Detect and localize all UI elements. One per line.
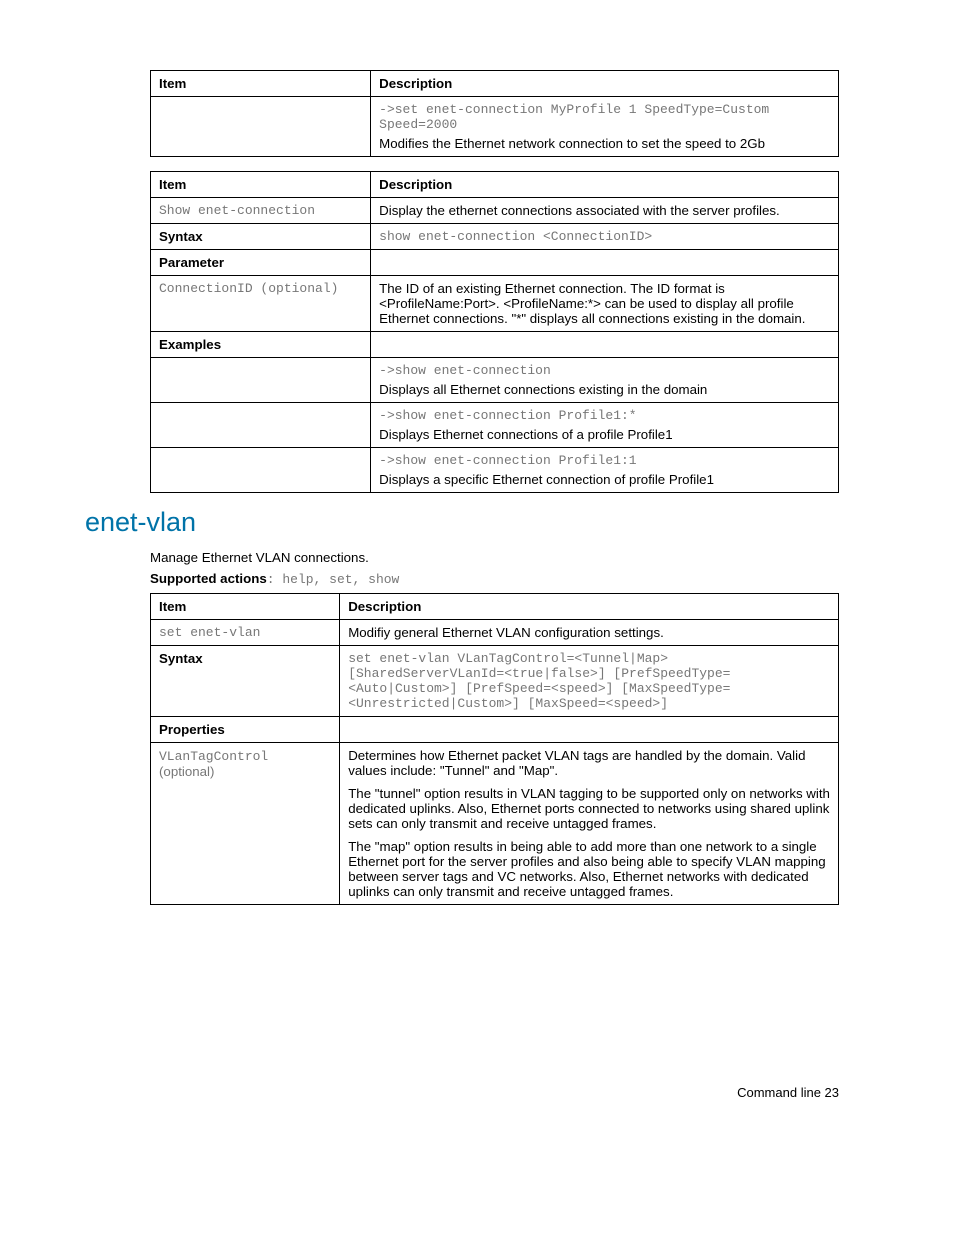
cell-vlantagcontrol: VLanTagControl (optional) [151, 743, 340, 905]
cell-show-desc: Display the ethernet connections associa… [371, 198, 839, 224]
table-set-enet-vlan: Item Description set enet-vlan Modifiy g… [150, 593, 839, 905]
cell-properties-label: Properties [151, 717, 340, 743]
cell-example2: ->show enet-connection Profile1:* Displa… [371, 403, 839, 448]
cell-syntax-value: show enet-connection <ConnectionID> [371, 224, 839, 250]
cell-syntax-label: Syntax [151, 224, 371, 250]
cell-parameter-label: Parameter [151, 250, 371, 276]
cell-set-vlan-desc: Modifiy general Ethernet VLAN configurat… [340, 620, 839, 646]
code-ex2: ->show enet-connection Profile1:* [379, 408, 830, 423]
header-description: Description [340, 594, 839, 620]
cell-empty [151, 448, 371, 493]
cell-empty [151, 97, 371, 157]
cell-examples-label: Examples [151, 332, 371, 358]
header-description: Description [371, 172, 839, 198]
cell-set-vlan: set enet-vlan [151, 620, 340, 646]
cell-empty [151, 358, 371, 403]
supported-values: : help, set, show [267, 572, 400, 587]
supported-label: Supported actions [150, 571, 267, 586]
cell-syntax-label: Syntax [151, 646, 340, 717]
header-description: Description [371, 71, 839, 97]
desc-para2: The "tunnel" option results in VLAN tagg… [348, 786, 830, 831]
cell-empty [151, 403, 371, 448]
table-show-enet-connection: Item Description Show enet-connection Di… [150, 171, 839, 493]
code-ex1: ->show enet-connection [379, 363, 830, 378]
cell-show-cmd: Show enet-connection [151, 198, 371, 224]
supported-actions: Supported actions: help, set, show [150, 571, 839, 587]
desc-para1: Determines how Ethernet packet VLAN tags… [348, 748, 830, 778]
table-enet-connection-set-continued: Item Description ->set enet-connection M… [150, 70, 839, 157]
desc-set-enet: Modifies the Ethernet network connection… [379, 136, 830, 151]
cell-connectionid: ConnectionID (optional) [151, 276, 371, 332]
cell-syntax-value: set enet-vlan VLanTagControl=<Tunnel|Map… [340, 646, 839, 717]
prop-name: VLanTagControl [159, 749, 268, 764]
section-description: Manage Ethernet VLAN connections. [150, 550, 839, 565]
header-item: Item [151, 594, 340, 620]
header-item: Item [151, 172, 371, 198]
desc-ex1: Displays all Ethernet connections existi… [379, 382, 830, 397]
code-ex3: ->show enet-connection Profile1:1 [379, 453, 830, 468]
cell-example: ->set enet-connection MyProfile 1 SpeedT… [371, 97, 839, 157]
cell-empty [340, 717, 839, 743]
cell-vlantagcontrol-desc: Determines how Ethernet packet VLAN tags… [340, 743, 839, 905]
cell-empty [371, 332, 839, 358]
desc-ex2: Displays Ethernet connections of a profi… [379, 427, 830, 442]
cell-example1: ->show enet-connection Displays all Ethe… [371, 358, 839, 403]
desc-ex3: Displays a specific Ethernet connection … [379, 472, 830, 487]
code-set-enet: ->set enet-connection MyProfile 1 SpeedT… [379, 102, 830, 132]
prop-optional: (optional) [159, 764, 214, 779]
desc-para3: The "map" option results in being able t… [348, 839, 830, 899]
header-item: Item [151, 71, 371, 97]
cell-connectionid-desc: The ID of an existing Ethernet connectio… [371, 276, 839, 332]
section-heading-enet-vlan: enet-vlan [85, 507, 839, 538]
cell-empty [371, 250, 839, 276]
cell-example3: ->show enet-connection Profile1:1 Displa… [371, 448, 839, 493]
page-footer: Command line 23 [150, 1085, 839, 1100]
